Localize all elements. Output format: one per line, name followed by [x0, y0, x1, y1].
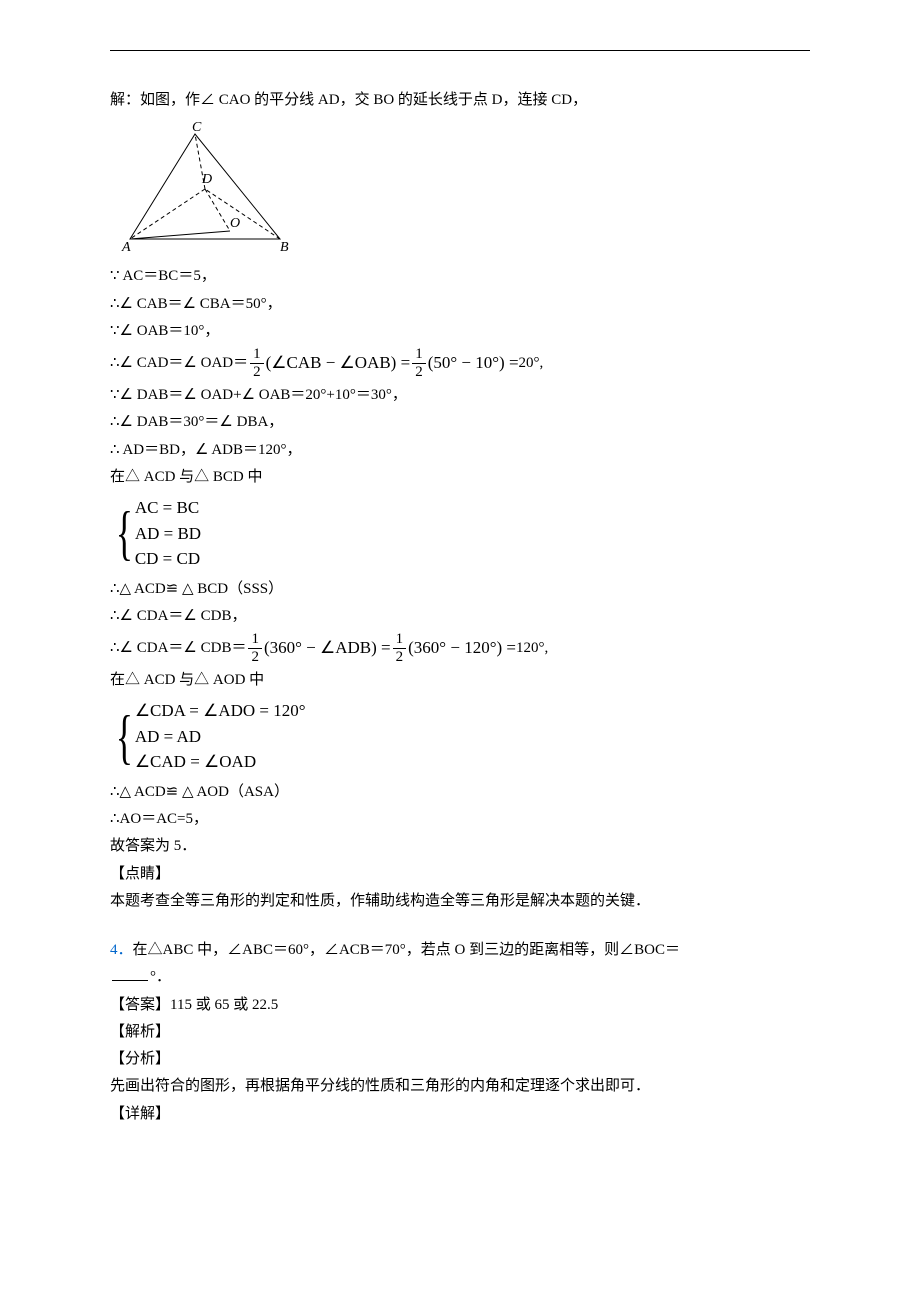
- jiexi-label: 【解析】: [110, 1019, 810, 1045]
- fraction-half: 1 2: [250, 346, 264, 380]
- step-11a: ∴∠ CDA＝∠ CDB＝: [110, 635, 246, 661]
- question-stem-1: 在△ABC 中，∠ABC＝60°，∠ACB＝70°，若点 O 到三边的距离相等，…: [133, 942, 680, 958]
- vertex-D: D: [201, 172, 212, 187]
- sys2-r3: ∠CAD = ∠OAD: [135, 749, 306, 775]
- answer-blank: [112, 967, 148, 982]
- left-brace: {: [116, 698, 133, 775]
- sys1-r1: AC = BC: [135, 495, 201, 521]
- step-1: ∵ AC＝BC＝5，: [110, 263, 810, 289]
- step-4b: (∠CAB − ∠OAB) =: [266, 348, 411, 378]
- step-11b: (360° − ∠ADB) =: [264, 633, 391, 663]
- top-rule: [110, 50, 810, 51]
- fraction-half: 1 2: [248, 631, 262, 665]
- question-4: 4．在△ABC 中，∠ABC＝60°，∠ACB＝70°，若点 O 到三边的距离相…: [110, 937, 810, 963]
- sys2-r1: ∠CDA = ∠ADO = 120°: [135, 698, 306, 724]
- step-15: 故答案为 5．: [110, 833, 810, 859]
- fenxi-text: 先画出符合的图形，再根据角平分线的性质和三角形的内角和定理逐个求出即可．: [110, 1073, 810, 1099]
- equation-system-2: { ∠CDA = ∠ADO = 120° AD = AD ∠CAD = ∠OAD: [110, 698, 306, 775]
- left-brace: {: [116, 495, 133, 572]
- step-9: ∴△ ACD≌ △ BCD（SSS）: [110, 576, 810, 602]
- xiangjie-label: 【详解】: [110, 1101, 810, 1127]
- answer-line: 【答案】115 或 65 或 22.5: [110, 992, 810, 1018]
- step-2: ∴∠ CAB＝∠ CBA＝50°，: [110, 291, 810, 317]
- geometry-figure: A B C D O: [110, 119, 300, 259]
- step-11c: (360° − 120°) =: [408, 633, 516, 663]
- dianjing-label: 【点睛】: [110, 861, 810, 887]
- fraction-half: 1 2: [393, 631, 407, 665]
- document-page: 解：如图，作∠ CAO 的平分线 AD，交 BO 的延长线于点 D，连接 CD，…: [0, 0, 920, 1302]
- step-10: ∴∠ CDA＝∠ CDB，: [110, 603, 810, 629]
- vertex-A: A: [121, 240, 131, 255]
- step-7: ∴ AD＝BD，∠ ADB＝120°，: [110, 437, 810, 463]
- answer-text: 115 或 65 或 22.5: [170, 997, 278, 1013]
- step-6: ∴∠ DAB＝30°＝∠ DBA，: [110, 409, 810, 435]
- fenxi-label: 【分析】: [110, 1046, 810, 1072]
- question-blank-line: °．: [110, 964, 810, 990]
- step-13: ∴△ ACD≌ △ AOD（ASA）: [110, 779, 810, 805]
- step-4d: 20°,: [519, 350, 544, 376]
- sys2-r2: AD = AD: [135, 724, 306, 750]
- dianjing-text: 本题考查全等三角形的判定和性质，作辅助线构造全等三角形是解决本题的关键．: [110, 888, 810, 914]
- question-stem-2: °．: [150, 969, 171, 985]
- vertex-O: O: [230, 216, 240, 231]
- answer-label: 【答案】: [110, 997, 170, 1013]
- step-5: ∵∠ DAB＝∠ OAD+∠ OAB＝20°+10°＝30°，: [110, 382, 810, 408]
- step-8: 在△ ACD 与△ BCD 中: [110, 464, 810, 490]
- vertex-B: B: [280, 240, 289, 255]
- step-11: ∴∠ CDA＝∠ CDB＝ 1 2 (360° − ∠ADB) = 1 2 (3…: [110, 631, 810, 665]
- step-12: 在△ ACD 与△ AOD 中: [110, 667, 810, 693]
- step-3: ∵∠ OAB＝10°，: [110, 318, 810, 344]
- solution-intro: 解：如图，作∠ CAO 的平分线 AD，交 BO 的延长线于点 D，连接 CD，: [110, 87, 810, 113]
- sys1-r3: CD = CD: [135, 546, 201, 572]
- vertex-C: C: [192, 120, 202, 135]
- step-14: ∴AO＝AC=5，: [110, 806, 810, 832]
- fraction-half: 1 2: [412, 346, 426, 380]
- step-11d: 120°,: [516, 635, 548, 661]
- equation-system-1: { AC = BC AD = BD CD = CD: [110, 495, 201, 572]
- sys1-r2: AD = BD: [135, 521, 201, 547]
- step-4a: ∴∠ CAD＝∠ OAD＝: [110, 350, 248, 376]
- step-4c: (50° − 10°) =: [428, 348, 519, 378]
- question-number: 4．: [110, 942, 133, 958]
- step-4: ∴∠ CAD＝∠ OAD＝ 1 2 (∠CAB − ∠OAB) = 1 2 (5…: [110, 346, 810, 380]
